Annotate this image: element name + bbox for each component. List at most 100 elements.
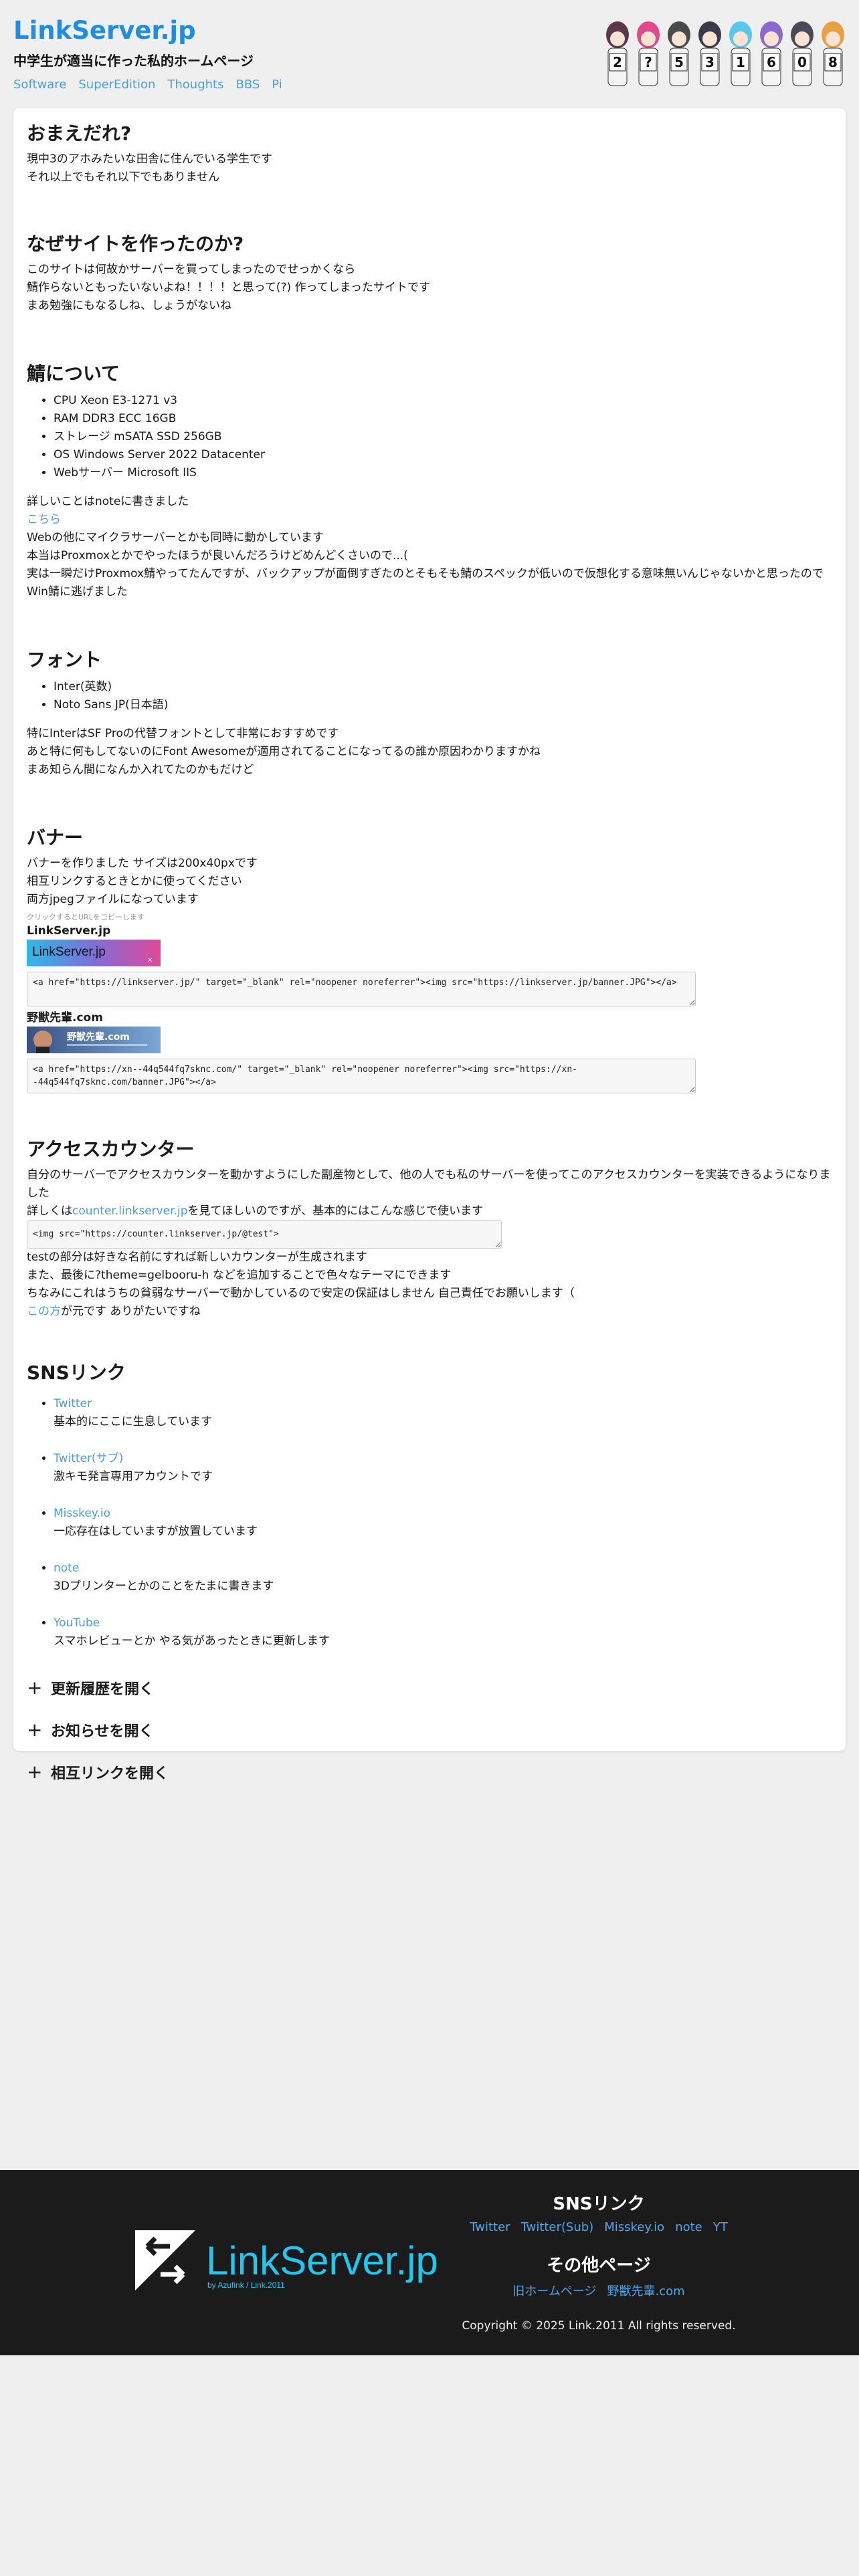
sns-item: Misskey.io 一応存在はしていますが放置しています — [54, 1505, 832, 1541]
font-item: Noto Sans JP(日本語) — [54, 696, 832, 714]
server-section: 鯖について CPU Xeon E3-1271 v3 RAM DDR3 ECC 1… — [27, 362, 832, 601]
banner-code-linkserver[interactable]: <a href="https://linkserver.jp/" target=… — [27, 972, 696, 1006]
counter-text: を見てほしいのですが、基本的にはこんな感じで使います — [187, 1204, 484, 1218]
why-heading: なぜサイトを作ったのか? — [27, 233, 244, 255]
header-characters-image: 2? 5 3 1 6 0 8 — [606, 21, 844, 86]
svg-text:✕: ✕ — [147, 957, 153, 964]
plus-icon: + — [27, 1677, 43, 1699]
nav-pi[interactable]: Pi — [272, 78, 282, 92]
counter-site-link[interactable]: counter.linkserver.jp — [72, 1204, 188, 1218]
site-subtitle: 中学生が適当に作った私的ホームページ — [13, 53, 254, 69]
accordion-label: 更新履歴を開く — [51, 1681, 155, 1698]
footer-sns-links: Twitter Twitter(Sub) Misskey.io note YT — [455, 2220, 743, 2234]
character-number: 0 — [797, 54, 807, 70]
server-detail: 詳しいことはnoteに書きました — [27, 495, 189, 508]
about-line: 現中3のアホみたいな田舎に住んでいる学生です — [27, 152, 272, 166]
spec-item: Webサーバー Microsoft IIS — [54, 464, 832, 482]
sns-desc: 一応存在はしていますが放置しています — [54, 1525, 258, 1538]
footer-copyright: Copyright © 2025 Link.2011 All rights re… — [462, 2319, 736, 2333]
sns-link-twitter-sub[interactable]: Twitter(サブ) — [54, 1452, 123, 1465]
spec-item: CPU Xeon E3-1271 v3 — [54, 392, 832, 410]
site-header: LinkServer.jp 中学生が適当に作った私的ホームページ Softwar… — [0, 0, 859, 108]
sns-section: SNSリンク Twitter 基本的にここに生息しています Twitter(サブ)… — [27, 1361, 832, 1650]
sns-link-youtube[interactable]: YouTube — [54, 1616, 100, 1630]
character-figure: 3 — [698, 21, 721, 86]
font-section: フォント Inter(英数) Noto Sans JP(日本語) 特にInter… — [27, 648, 832, 779]
yaju-banner-image[interactable]: 野獣先輩.com — [27, 1027, 161, 1053]
sns-desc: 基本的にここに生息しています — [54, 1415, 213, 1428]
toggle-mutual-links[interactable]: + 相互リンクを開く — [27, 1751, 832, 1793]
font-list: Inter(英数) Noto Sans JP(日本語) — [54, 678, 832, 714]
character-figure: 2 — [606, 21, 629, 86]
about-line: それ以上でもそれ以下でもありません — [27, 171, 220, 184]
banner-section: バナー バナーを作りました サイズは200x40pxです 相互リンクするときとか… — [27, 826, 832, 1093]
counter-section: アクセスカウンター 自分のサーバーでアクセスカウンターを動かすようにした副産物と… — [27, 1138, 832, 1321]
counter-line: 自分のサーバーでアクセスカウンターを動かすようにした副産物として、他の人でも私の… — [27, 1168, 831, 1200]
nav-bbs[interactable]: BBS — [235, 78, 260, 92]
character-number: 8 — [828, 54, 838, 70]
sns-link-misskey[interactable]: Misskey.io — [54, 1507, 110, 1520]
footer-link-yt[interactable]: YT — [713, 2220, 728, 2234]
about-heading: おまえだれ? — [27, 122, 132, 144]
counter-line: testの部分は好きな名前にすれば新しいカウンターが生成されます — [27, 1251, 367, 1264]
main-content-card: おまえだれ? 現中3のアホみたいな田舎に住んでいる学生です それ以上でもそれ以下… — [13, 108, 846, 1783]
toggle-update-history[interactable]: + 更新履歴を開く — [27, 1667, 832, 1709]
banner-code-yaju[interactable]: <a href="https://xn--44q544fq7sknc.com/"… — [27, 1059, 696, 1093]
banner-text: 野獣先輩.com — [67, 1031, 130, 1043]
counter-line: この方が元です ありがたいですね — [27, 1303, 832, 1321]
footer-link-twitter-sub[interactable]: Twitter(Sub) — [521, 2220, 594, 2234]
font-line: あと特に何もしてないのにFont Awesomeが適用されてることになってるの誰… — [27, 745, 541, 758]
character-figure: ? — [637, 21, 660, 86]
counter-line: ちなみにこれはうちの貧弱なサーバーで動かしているので安定の保証はしません 自己責… — [27, 1287, 575, 1300]
banner-line: 相互リンクするときとかに使ってください — [27, 875, 242, 888]
site-title-link[interactable]: LinkServer.jp — [13, 16, 196, 45]
why-line: まあ勉強にもなるしね、しょうがないね — [27, 299, 231, 312]
character-number: 5 — [674, 54, 684, 70]
banner-name-yaju: 野獣先輩.com — [27, 1011, 103, 1025]
character-number: 6 — [767, 54, 776, 70]
why-line: 鯖作らないともったいないよね！！！！と思って(?) 作ってしまったサイトです — [27, 281, 430, 294]
linkserver-banner-image[interactable]: LinkServer.jp ✕ — [27, 940, 161, 966]
accordion-list: + 更新履歴を開く + お知らせを開く + 相互リンクを開く — [27, 1667, 832, 1793]
character-number: 2 — [613, 54, 622, 70]
banner-line: 両方jpegファイルになっています — [27, 893, 199, 906]
counter-heading: アクセスカウンター — [27, 1138, 195, 1160]
accordion-label: 相互リンクを開く — [51, 1765, 169, 1782]
plus-icon: + — [27, 1719, 43, 1741]
credit-link[interactable]: この方 — [27, 1305, 61, 1318]
font-item: Inter(英数) — [54, 678, 832, 696]
footer-logo-sub: by Azufink / Link.2011 — [207, 2280, 285, 2290]
sns-desc: スマホレビューとか やる気があったときに更新します — [54, 1634, 330, 1648]
server-line: Webの他にマイクラサーバーとかも同時に動かしています — [27, 531, 324, 544]
banner-line: バナーを作りました サイズは200x40pxです — [27, 857, 258, 870]
font-heading: フォント — [27, 649, 102, 671]
nav-superedition[interactable]: SuperEdition — [78, 78, 155, 92]
character-number: 3 — [705, 54, 714, 70]
spec-item: RAM DDR3 ECC 16GB — [54, 410, 832, 428]
copy-hint: クリックするとURLをコピーします — [27, 913, 145, 922]
nav-software[interactable]: Software — [13, 78, 66, 92]
footer-logo: LinkServer.jp by Azufink / Link.2011 — [135, 2230, 438, 2290]
counter-code[interactable]: <img src="https://counter.linkserver.jp/… — [27, 1220, 502, 1249]
sns-desc: 3Dプリンターとかのことをたまに書きます — [54, 1580, 274, 1593]
counter-text: 詳しくは — [27, 1204, 72, 1218]
sns-link-note[interactable]: note — [54, 1562, 79, 1575]
footer-link-old-home[interactable]: 旧ホームページ — [512, 2282, 596, 2299]
counter-line: 詳しくはcounter.linkserver.jpを見てほしいのですが、基本的に… — [27, 1202, 832, 1220]
sns-desc: 激キモ発言専用アカウントです — [54, 1470, 213, 1483]
font-line: まあ知らん間になんか入れてたのかもだけど — [27, 763, 254, 776]
footer-link-yaju[interactable]: 野獣先輩.com — [607, 2282, 684, 2299]
footer-other-links: 旧ホームページ 野獣先輩.com — [455, 2282, 743, 2299]
server-line: 本当はProxmoxとかでやったほうが良いんだろうけどめんどくさいので...( — [27, 549, 408, 562]
note-article-link[interactable]: こちら — [27, 513, 61, 526]
footer-link-twitter[interactable]: Twitter — [470, 2220, 510, 2234]
toggle-announcements[interactable]: + お知らせを開く — [27, 1709, 832, 1751]
nav-thoughts[interactable]: Thoughts — [167, 78, 223, 92]
sns-link-twitter[interactable]: Twitter — [54, 1397, 92, 1410]
about-section: おまえだれ? 現中3のアホみたいな田舎に住んでいる学生です それ以上でもそれ以下… — [27, 122, 832, 187]
character-number: 1 — [736, 54, 745, 70]
plus-icon: + — [27, 1761, 43, 1783]
footer-link-misskey[interactable]: Misskey.io — [604, 2220, 664, 2234]
character-figure: 1 — [729, 21, 752, 86]
footer-link-note[interactable]: note — [675, 2220, 702, 2234]
